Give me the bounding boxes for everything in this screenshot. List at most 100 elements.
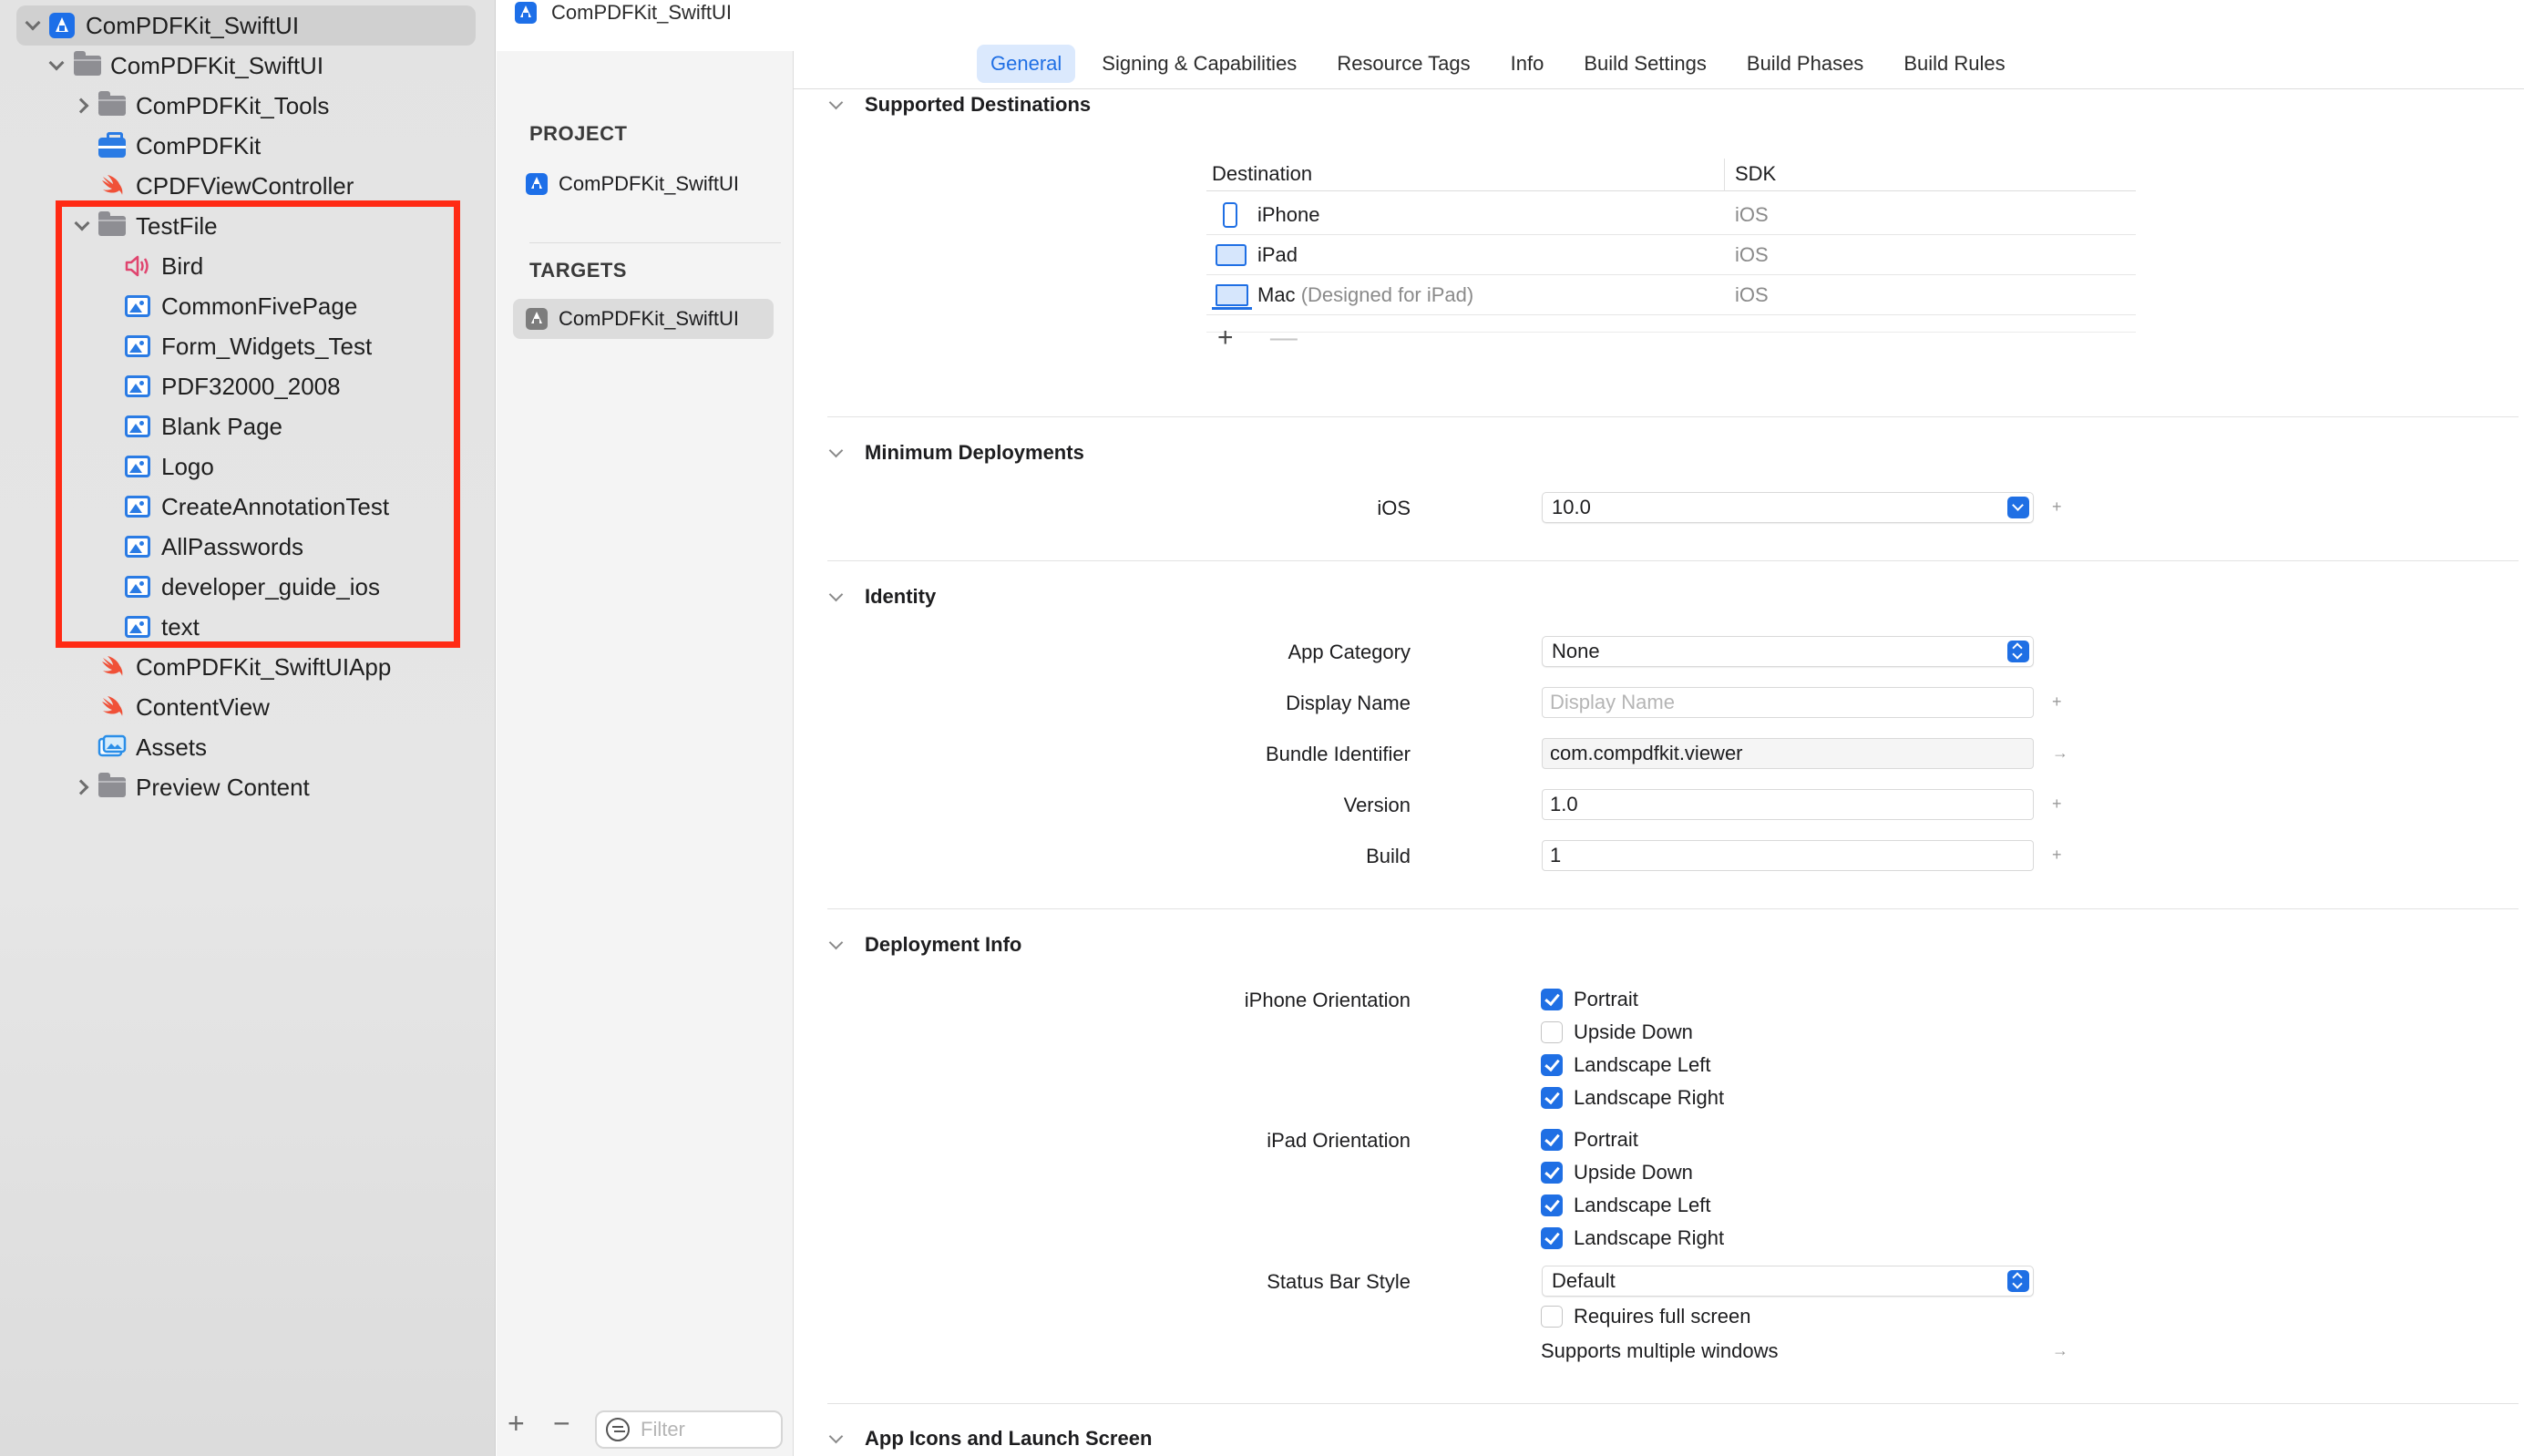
- checkbox-ipad-upside-down[interactable]: Upside Down: [1541, 1159, 1693, 1186]
- section-title: App Icons and Launch Screen: [865, 1427, 1153, 1450]
- status-bar-style-select[interactable]: Default: [1542, 1266, 2034, 1297]
- chevron-down-icon: [828, 1429, 844, 1443]
- destination-name: iPad: [1257, 242, 1298, 266]
- app-icon: [526, 308, 548, 330]
- nav-item-contentview[interactable]: ContentView: [0, 687, 496, 727]
- section-supported-destinations[interactable]: Supported Destinations: [828, 93, 1091, 117]
- filter-input[interactable]: Filter: [595, 1410, 783, 1449]
- checkbox-label: Upside Down: [1574, 1161, 1693, 1184]
- checkbox-label: Upside Down: [1574, 1020, 1693, 1043]
- tab-signing-capabilities[interactable]: Signing & Capabilities: [1088, 45, 1310, 83]
- checkbox-checked-icon: [1541, 1054, 1563, 1076]
- add-icon[interactable]: +: [2052, 497, 2062, 517]
- tab-general[interactable]: General: [977, 45, 1076, 83]
- column-separator: [1724, 159, 1725, 191]
- tab-build-settings[interactable]: Build Settings: [1570, 45, 1720, 83]
- tab-resource-tags[interactable]: Resource Tags: [1323, 45, 1483, 83]
- folder-icon: [97, 91, 127, 120]
- nav-item-group-swiftui[interactable]: ComPDFKit_SwiftUI: [0, 46, 496, 86]
- display-name-label: Display Name: [1286, 692, 1411, 714]
- version-label: Version: [1343, 794, 1411, 816]
- section-deployment-info[interactable]: Deployment Info: [828, 933, 1021, 957]
- bundle-identifier-field[interactable]: com.compdfkit.viewer: [1542, 738, 2034, 769]
- version-field[interactable]: 1.0: [1542, 789, 2034, 820]
- chevron-down-icon: [828, 95, 844, 109]
- nav-item-swiftuiapp[interactable]: ComPDFKit_SwiftUIApp: [0, 647, 496, 687]
- supports-multiple-windows-row[interactable]: Supports multiple windows: [1541, 1338, 1778, 1365]
- display-name-placeholder: Display Name: [1550, 691, 1675, 713]
- nav-item-project-root[interactable]: ComPDFKit_SwiftUI: [0, 5, 496, 46]
- section-title: Minimum Deployments: [865, 441, 1084, 464]
- checkbox-checked-icon: [1541, 1162, 1563, 1184]
- add-icon[interactable]: +: [2052, 846, 2062, 865]
- toolbox-icon: [97, 131, 127, 160]
- checkbox-ipad-landscape-left[interactable]: Landscape Left: [1541, 1192, 1710, 1219]
- table-row[interactable]: iPhone iOS: [1206, 195, 2136, 235]
- tab-build-rules[interactable]: Build Rules: [1890, 45, 2018, 83]
- checkbox-iphone-upside-down[interactable]: Upside Down: [1541, 1019, 1693, 1046]
- table-row[interactable]: iPad iOS: [1206, 235, 2136, 275]
- filter-placeholder: Filter: [641, 1418, 685, 1441]
- section-app-icons[interactable]: App Icons and Launch Screen: [828, 1427, 1153, 1451]
- project-item-label: ComPDFKit_SwiftUI: [559, 172, 740, 195]
- checkbox-ipad-landscape-right[interactable]: Landscape Right: [1541, 1225, 1724, 1252]
- target-item[interactable]: ComPDFKit_SwiftUI: [513, 299, 774, 339]
- section-minimum-deployments[interactable]: Minimum Deployments: [828, 441, 1084, 465]
- destination-suffix: (Designed for iPad): [1300, 282, 1474, 306]
- tab-info[interactable]: Info: [1497, 45, 1558, 83]
- destination-sdk: iOS: [1735, 202, 1769, 226]
- project-item[interactable]: ComPDFKit_SwiftUI: [513, 164, 774, 204]
- nav-item-label: Assets: [136, 733, 208, 761]
- chevron-down-icon[interactable]: [46, 55, 67, 77]
- column-sdk: SDK: [1735, 162, 1777, 185]
- nav-item-group-tools[interactable]: ComPDFKit_Tools: [0, 86, 496, 126]
- nav-item-assets[interactable]: Assets: [0, 727, 496, 767]
- checkbox-label: Portrait: [1574, 1128, 1638, 1151]
- checkbox-iphone-portrait[interactable]: Portrait: [1541, 986, 1638, 1013]
- ipad-orientation-label: iPad Orientation: [1267, 1129, 1411, 1152]
- divider: [827, 560, 2519, 561]
- app-category-label: App Category: [1288, 641, 1411, 663]
- divider: [827, 908, 2519, 909]
- app-icon: [526, 173, 548, 195]
- nav-item-label: ComPDFKit_SwiftUI: [110, 51, 324, 79]
- arrow-right-icon[interactable]: →: [2052, 1341, 2068, 1360]
- checkbox-iphone-landscape-right[interactable]: Landscape Right: [1541, 1084, 1724, 1112]
- checkbox-requires-full-screen[interactable]: Requires full screen: [1541, 1303, 1750, 1330]
- remove-target-button[interactable]: −: [553, 1407, 570, 1441]
- project-header: PROJECT: [529, 122, 628, 145]
- add-icon[interactable]: +: [2052, 692, 2062, 712]
- nav-item-label: ComPDFKit_SwiftUI: [86, 11, 300, 39]
- swift-icon: [97, 171, 127, 200]
- ios-deployment-label: iOS: [1377, 497, 1411, 519]
- add-icon[interactable]: +: [2052, 795, 2062, 814]
- tab-build-phases[interactable]: Build Phases: [1733, 45, 1877, 83]
- highlight-annotation-box: [56, 200, 460, 648]
- nav-item-group-preview-content[interactable]: Preview Content: [0, 767, 496, 807]
- chevron-right-icon[interactable]: [73, 95, 95, 117]
- chevron-updown-icon: [2007, 641, 2029, 662]
- table-row[interactable]: Mac (Designed for iPad) iOS: [1206, 275, 2136, 315]
- breadcrumb[interactable]: ComPDFKit_SwiftUI: [515, 0, 732, 26]
- add-target-button[interactable]: +: [508, 1407, 525, 1441]
- add-destination-button[interactable]: +: [1217, 323, 1234, 353]
- section-identity[interactable]: Identity: [828, 585, 936, 609]
- table-header: Destination SDK: [1206, 159, 2136, 191]
- chevron-down-icon[interactable]: [22, 15, 44, 36]
- build-field[interactable]: 1: [1542, 840, 2034, 871]
- app-category-select[interactable]: None: [1542, 636, 2034, 667]
- nav-item-label: CPDFViewController: [136, 171, 354, 200]
- display-name-field[interactable]: Display Name: [1542, 687, 2034, 718]
- checkbox-ipad-portrait[interactable]: Portrait: [1541, 1126, 1638, 1154]
- checkbox-label: Landscape Right: [1574, 1226, 1725, 1249]
- folder-icon: [97, 773, 127, 802]
- ios-deployment-select[interactable]: 10.0: [1542, 492, 2034, 523]
- checkbox-iphone-landscape-left[interactable]: Landscape Left: [1541, 1051, 1710, 1079]
- arrow-right-icon[interactable]: →: [2052, 743, 2068, 763]
- remove-destination-button[interactable]: —: [1270, 323, 1298, 353]
- chevron-right-icon[interactable]: [73, 776, 95, 798]
- bundle-identifier-value: com.compdfkit.viewer: [1550, 742, 1743, 764]
- nav-item-compdfkit[interactable]: ComPDFKit: [0, 126, 496, 166]
- divider: [1206, 332, 2136, 333]
- nav-item-label: ContentView: [136, 692, 270, 721]
